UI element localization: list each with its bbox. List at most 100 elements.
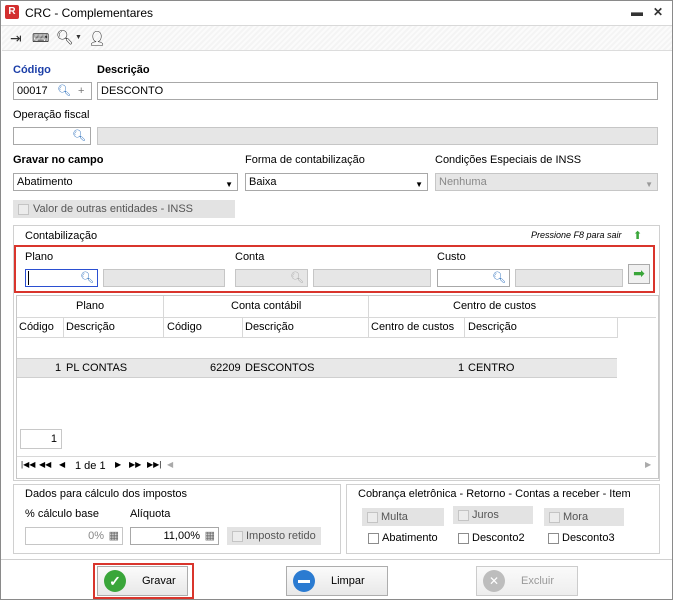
minus-bar — [298, 580, 310, 583]
grid-col-conta-descricao[interactable]: Descrição — [245, 321, 294, 333]
forma-value: Baixa — [249, 176, 277, 188]
codigo-label: Código — [13, 64, 51, 76]
codigo-input[interactable]: 00017 🔍︎ + — [13, 82, 92, 100]
operacao-fiscal-input[interactable]: 🔍︎ — [13, 127, 91, 145]
multa-area[interactable]: Multa — [362, 508, 444, 526]
row-plano: PL CONTAS — [66, 362, 128, 374]
excluir-label: Excluir — [521, 575, 555, 587]
custo-label: Custo — [437, 251, 466, 263]
mora-checkbox[interactable] — [549, 512, 560, 523]
chevron-down-icon: ▼ — [225, 180, 233, 189]
forma-select[interactable]: Baixa ▼ — [245, 173, 428, 191]
exit-icon[interactable]: ⇥ — [10, 30, 22, 47]
operacao-fiscal-description — [97, 127, 658, 145]
custo-input[interactable]: 🔍︎ — [437, 269, 510, 287]
close-icon[interactable]: ✕ — [653, 5, 663, 19]
grid-col-divider — [163, 296, 164, 338]
desconto3-label: Desconto3 — [562, 532, 615, 544]
conta-label: Conta — [235, 251, 265, 263]
plano-input[interactable]: 🔍︎ — [25, 269, 98, 287]
limpar-label: Limpar — [331, 575, 365, 587]
plano-label: Plano — [25, 251, 54, 263]
multa-checkbox[interactable] — [367, 512, 378, 523]
prev-page-icon[interactable]: ◀ — [59, 460, 65, 469]
calculator-icon[interactable]: ▦ — [109, 528, 119, 544]
cobranca-title: Cobrança eletrônica - Retorno - Contas a… — [358, 488, 631, 500]
last-page-icon[interactable]: ▶▶| — [147, 460, 161, 469]
main-window: R CRC - Complementares ▬ ✕ ⇥ ⌨ 🔍︎ ▼ 👤︎ C… — [0, 0, 673, 600]
chevron-down-icon: ▼ — [645, 180, 653, 189]
forma-label: Forma de contabilização — [245, 154, 365, 166]
condicoes-label: Condições Especiais de INSS — [435, 154, 582, 166]
condicoes-select: Nenhuma ▼ — [435, 173, 658, 191]
bottom-divider — [1, 559, 672, 560]
descricao-input[interactable]: DESCONTO — [97, 82, 658, 100]
aliquota-input[interactable]: 11,00% ▦ — [130, 527, 219, 545]
grid-col-divider — [464, 317, 465, 338]
conta-input: 🔍︎ — [235, 269, 308, 287]
juros-checkbox[interactable] — [458, 510, 469, 521]
add-arrow-button[interactable]: ➡ — [628, 264, 650, 284]
grid-col-codigo[interactable]: Código — [19, 321, 54, 333]
desconto3-checkbox[interactable] — [548, 533, 559, 544]
impostos-title: Dados para cálculo dos impostos — [25, 488, 188, 500]
mora-label: Mora — [563, 511, 589, 523]
table-row[interactable]: 1 PL CONTAS 62209 DESCONTOS 1 CENTRO — [17, 358, 617, 378]
grid-col-descricao[interactable]: Descrição — [66, 321, 115, 333]
juros-label: Juros — [472, 509, 499, 521]
scroll-right-icon[interactable]: ▶ — [645, 460, 651, 469]
first-page-icon[interactable]: |◀◀ — [21, 460, 35, 469]
collapse-up-icon[interactable]: ⬆ — [633, 229, 642, 242]
chevron-down-icon: ▼ — [415, 180, 423, 189]
row-codigo: 1 — [55, 362, 62, 374]
codigo-add-icon[interactable]: + — [78, 83, 84, 99]
grid-col-divider — [368, 296, 369, 338]
abatimento-checkbox[interactable] — [368, 533, 379, 544]
keyboard-icon[interactable]: ⌨ — [32, 31, 49, 45]
plano-search-icon[interactable]: 🔍︎ — [80, 270, 94, 286]
custo-search-icon[interactable]: 🔍︎ — [492, 270, 506, 286]
grid-col-divider — [242, 317, 243, 338]
gravar-no-campo-value: Abatimento — [17, 176, 73, 188]
title-bar: R CRC - Complementares ▬ ✕ — [1, 1, 672, 26]
grid-header-bottom — [17, 337, 617, 338]
grid-group-centro: Centro de custos — [453, 300, 537, 312]
grid-group-conta: Conta contábil — [231, 300, 302, 312]
grid-col-centro[interactable]: Centro de custos — [371, 321, 454, 333]
valor-outras-checkbox[interactable] — [18, 204, 29, 215]
multa-label: Multa — [381, 511, 408, 523]
search-dropdown-icon[interactable]: ▼ — [75, 34, 82, 41]
desconto2-checkbox[interactable] — [458, 533, 469, 544]
scroll-left-icon[interactable]: ◀ — [167, 460, 173, 469]
grid-col-divider — [617, 317, 618, 338]
imposto-retido-checkbox[interactable] — [232, 531, 243, 542]
next-page-icon[interactable]: ▶ — [115, 460, 121, 469]
search-icon[interactable]: 🔍︎ — [56, 29, 74, 46]
grid-group-plano: Plano — [76, 300, 105, 312]
calc-base-input[interactable]: 0% ▦ — [25, 527, 123, 545]
delete-icon: ✕ — [483, 570, 505, 592]
gravar-button[interactable]: ✓ Gravar — [97, 566, 188, 596]
grid-col-centro-descricao[interactable]: Descrição — [468, 321, 517, 333]
codigo-search-icon[interactable]: 🔍︎ — [57, 83, 71, 99]
next-page-fast-icon[interactable]: ▶▶ — [129, 460, 141, 469]
aliquota-label: Alíquota — [130, 508, 171, 520]
user-icon[interactable]: 👤︎ — [88, 30, 106, 47]
valor-outras-checkbox-area[interactable]: Valor de outras entidades - INSS — [13, 200, 235, 218]
grid-col-conta-codigo[interactable]: Código — [167, 321, 202, 333]
operacao-search-icon[interactable]: 🔍︎ — [72, 128, 86, 144]
calculator-icon[interactable]: ▦ — [205, 528, 215, 544]
juros-area[interactable]: Juros — [453, 506, 533, 524]
prev-page-fast-icon[interactable]: ◀◀ — [39, 460, 51, 469]
check-icon: ✓ — [104, 570, 126, 592]
mora-area[interactable]: Mora — [544, 508, 624, 526]
limpar-button[interactable]: Limpar — [286, 566, 388, 596]
row-conta-codigo: 62209 — [210, 362, 241, 374]
imposto-retido-area[interactable]: Imposto retido — [227, 527, 321, 545]
contabilizacao-title: Contabilização — [25, 230, 98, 242]
excluir-button: ✕ Excluir — [476, 566, 578, 596]
gravar-no-campo-select[interactable]: Abatimento ▼ — [13, 173, 238, 191]
minimize-icon[interactable]: ▬ — [631, 5, 643, 19]
toolbar: ⇥ ⌨ 🔍︎ ▼ 👤︎ — [2, 26, 672, 51]
calc-base-value: 0% — [88, 530, 104, 542]
